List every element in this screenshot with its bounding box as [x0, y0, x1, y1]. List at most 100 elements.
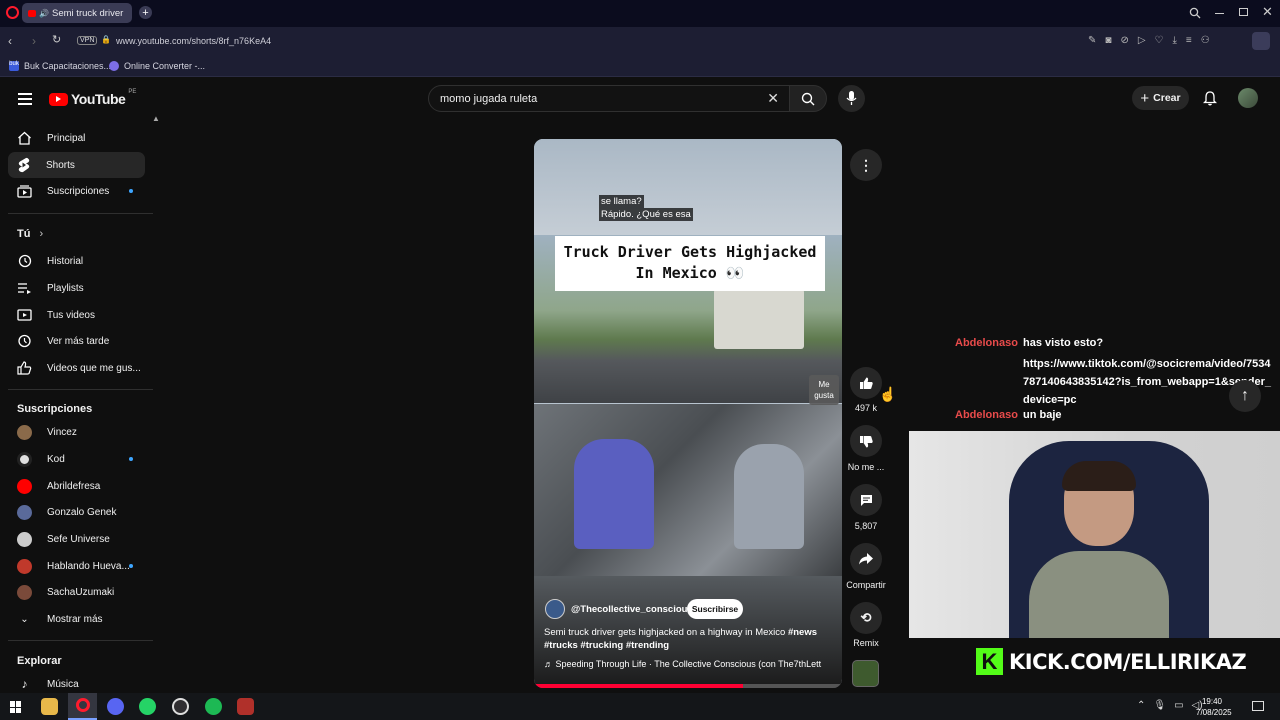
bookmarks-bar: buk Buk Capacitaciones... Online Convert…: [0, 56, 1280, 77]
forward-icon[interactable]: ›: [32, 34, 36, 48]
search-button[interactable]: [789, 85, 827, 112]
toolbar-icons: ✎ ◙ ⊘ ▷ ♡ ⤓ ≡ ⚇: [1088, 35, 1210, 46]
hamburger-menu-icon[interactable]: [18, 93, 32, 105]
menu-icon[interactable]: ≡: [1186, 35, 1192, 46]
sidebar-section-you[interactable]: Tú ›: [17, 228, 43, 240]
video-title-banner: Truck Driver Gets Highjacked In Mexico 👀: [555, 236, 825, 291]
sidebar-item-historial[interactable]: Historial: [8, 248, 145, 274]
short-video-player[interactable]: se llama? Rápido. ¿Qué es esa Truck Driv…: [534, 139, 842, 688]
voice-search-button[interactable]: [838, 85, 865, 112]
dislike-button[interactable]: [850, 425, 882, 457]
channel-avatar[interactable]: [545, 599, 565, 619]
play-icon[interactable]: ▷: [1138, 35, 1146, 46]
sidebar-sub-abrildefresa[interactable]: Abrildefresa: [8, 473, 145, 499]
new-tab-icon[interactable]: +: [139, 6, 152, 19]
progress-track[interactable]: [534, 684, 842, 688]
sidebar-item-liked-videos[interactable]: Videos que me gus...: [8, 355, 145, 381]
scroll-to-top-button[interactable]: ↑: [1229, 380, 1261, 412]
sound-thumbnail[interactable]: [852, 660, 879, 687]
comment-count: 5,807: [854, 521, 878, 531]
sidebar-sub-sefe-universe[interactable]: Sefe Universe: [8, 526, 145, 552]
user-avatar[interactable]: [1238, 88, 1258, 108]
avatar: [17, 424, 32, 440]
camera-icon[interactable]: ◙: [1105, 35, 1111, 46]
notifications-bell-icon[interactable]: [1203, 91, 1217, 106]
discord-icon[interactable]: [107, 698, 124, 715]
maximize-icon[interactable]: [1239, 8, 1248, 16]
sidebar: ▲ Principal Shorts Suscripciones Tú › Hi…: [0, 114, 160, 693]
short-description[interactable]: Semi truck driver gets highjacked on a h…: [544, 626, 829, 652]
tray-network-icon[interactable]: ▭: [1174, 700, 1183, 711]
extension-icon[interactable]: [1252, 32, 1270, 50]
music-row[interactable]: ♬ Speeding Through Life · The Collective…: [544, 659, 834, 669]
chat-message: has visto esto?: [1023, 337, 1104, 349]
remix-button[interactable]: ⟲: [850, 602, 882, 634]
sidebar-sub-vincez[interactable]: Vincez: [8, 419, 145, 445]
webcam-feed: [909, 431, 1280, 638]
microphone-icon: [846, 91, 857, 105]
clear-search-icon[interactable]: ✕: [767, 90, 779, 107]
lock-icon: 🔒: [101, 35, 111, 44]
url-text[interactable]: www.youtube.com/shorts/8rf_n76KeA4: [116, 36, 271, 46]
reload-icon[interactable]: ↻: [52, 33, 61, 46]
youtube-logo[interactable]: YouTube PE: [49, 89, 136, 107]
close-window-icon[interactable]: ✕: [1262, 4, 1273, 20]
youtube-favicon-icon: [28, 9, 37, 17]
history-icon: [18, 254, 32, 268]
sidebar-item-shorts[interactable]: Shorts: [8, 152, 145, 178]
sidebar-item-ver-mas-tarde[interactable]: Ver más tarde: [8, 328, 145, 354]
browser-tab[interactable]: 🔊 Semi truck driver gets: [22, 3, 132, 23]
taskbar-clock[interactable]: 19:40 7/08/2025: [1196, 696, 1232, 718]
sidebar-show-more[interactable]: ⌄ Mostrar más: [8, 606, 145, 632]
chevron-down-icon: ⌄: [20, 613, 29, 625]
minimize-icon[interactable]: [1215, 13, 1224, 14]
sidebar-item-tus-videos[interactable]: Tus videos: [8, 302, 145, 328]
bookmark-online-converter[interactable]: Online Converter -...: [109, 61, 205, 71]
file-explorer-icon[interactable]: [41, 698, 58, 715]
spotify-icon[interactable]: [205, 698, 222, 715]
heart-icon[interactable]: ♡: [1155, 35, 1164, 46]
subscribe-button[interactable]: Suscribirse: [687, 599, 743, 619]
notification-center-icon[interactable]: [1252, 701, 1264, 711]
avatar: [17, 558, 32, 574]
music-icon: ♪: [21, 677, 28, 691]
sidebar-scroll-up-icon[interactable]: ▲: [152, 114, 160, 123]
video-passenger: [734, 444, 804, 549]
whatsapp-icon[interactable]: [139, 698, 156, 715]
profile-icon[interactable]: ⚇: [1201, 35, 1210, 46]
like-button[interactable]: [850, 367, 882, 399]
share-button[interactable]: [850, 543, 882, 575]
search-input[interactable]: momo jugada ruleta ✕: [428, 85, 790, 112]
voicemeeter-icon[interactable]: [237, 698, 254, 715]
search-tabs-icon[interactable]: [1189, 7, 1201, 19]
edit-icon[interactable]: ✎: [1088, 35, 1096, 46]
shield-icon[interactable]: ⊘: [1120, 35, 1128, 46]
bookmark-buk[interactable]: buk Buk Capacitaciones...: [9, 61, 111, 71]
sidebar-item-suscripciones[interactable]: Suscripciones: [8, 178, 145, 204]
opera-taskbar-icon[interactable]: [68, 693, 97, 720]
more-options-button[interactable]: ⋮: [850, 149, 882, 181]
comments-button[interactable]: [850, 484, 882, 516]
kick-banner: K KICK.COM/ELLIRIKAZ: [976, 648, 1247, 675]
sidebar-item-principal[interactable]: Principal: [8, 125, 145, 151]
sidebar-sub-gonzalo-genek[interactable]: Gonzalo Genek: [8, 499, 145, 525]
back-icon[interactable]: ‹: [8, 34, 12, 48]
windows-start-icon[interactable]: [10, 701, 22, 713]
remix-icon: ⟲: [860, 610, 872, 625]
vpn-badge[interactable]: VPN: [77, 36, 98, 45]
opera-logo-icon[interactable]: [6, 6, 19, 19]
sidebar-sub-sachauzumaki[interactable]: SachaUzumaki: [8, 579, 145, 605]
sidebar-item-playlists[interactable]: Playlists: [8, 275, 145, 301]
create-button[interactable]: + Crear: [1132, 86, 1189, 110]
windows-taskbar: [0, 693, 1280, 720]
tray-chevron-up-icon[interactable]: ⌃: [1137, 700, 1145, 711]
download-icon[interactable]: ⤓: [1173, 35, 1177, 46]
like-tooltip: Me gusta: [809, 375, 839, 405]
obs-icon[interactable]: [172, 698, 189, 715]
chevron-right-icon: ›: [39, 228, 44, 240]
sidebar-sub-kod[interactable]: Kod: [8, 446, 145, 472]
shorts-icon: [18, 157, 30, 173]
channel-name[interactable]: @Thecollective_conscious: [571, 604, 693, 615]
sidebar-sub-hablando-huevadas[interactable]: Hablando Hueva...: [8, 553, 145, 579]
tray-mic-icon[interactable]: 🎙: [1153, 700, 1166, 711]
